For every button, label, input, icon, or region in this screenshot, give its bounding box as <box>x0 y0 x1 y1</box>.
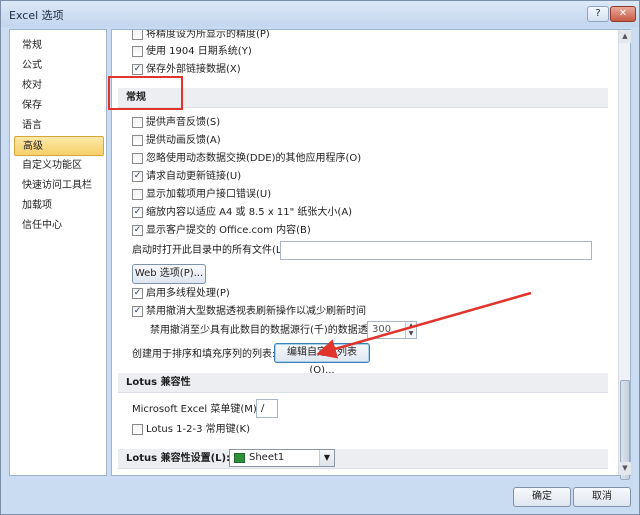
option-label: 显示加载项用户接口错误(U) <box>146 189 272 200</box>
ok-button[interactable]: 确定 <box>513 487 571 507</box>
chevron-down-icon[interactable]: ▼ <box>319 450 334 466</box>
sidebar-item-trust-center[interactable]: 信任中心 <box>14 216 104 236</box>
help-button[interactable]: ? <box>587 6 609 22</box>
checkbox-checked[interactable]: ✓ <box>132 225 143 236</box>
sidebar-item-customize-ribbon[interactable]: 自定义功能区 <box>14 156 104 176</box>
advanced-options-panel: 将精度设为所显示的精度(P) 使用 1904 日期系统(Y) ✓ 保存外部链接数… <box>111 29 631 476</box>
sidebar-item-addins[interactable]: 加载项 <box>14 196 104 216</box>
option-label: 提供声音反馈(S) <box>146 117 221 128</box>
checkbox-checked[interactable]: ✓ <box>132 288 143 299</box>
option-label: 提供动画反馈(A) <box>146 135 221 146</box>
section-header-general: 常规 <box>118 88 608 108</box>
option-label: Lotus 1-2-3 常用键(K) <box>146 424 251 435</box>
checkbox-checked[interactable]: ✓ <box>132 64 143 75</box>
sidebar-item-proofing[interactable]: 校对 <box>14 76 104 96</box>
checkbox-checked[interactable]: ✓ <box>132 306 143 317</box>
lotus-settings-label: Lotus 兼容性设置(L): <box>126 453 231 464</box>
checkbox[interactable] <box>132 46 143 57</box>
menu-key-label: Microsoft Excel 菜单键(M): <box>132 404 261 415</box>
excel-options-dialog: Excel 选项 ? ✕ 常规 公式 校对 保存 语言 高级 自定义功能区 快速… <box>0 0 640 515</box>
sidebar-item-quick-access-toolbar[interactable]: 快速访问工具栏 <box>14 176 104 196</box>
checkbox[interactable] <box>132 189 143 200</box>
close-button[interactable]: ✕ <box>610 6 636 22</box>
section-header-lotus-settings: Lotus 兼容性设置(L): <box>118 449 608 469</box>
startup-folder-input[interactable] <box>280 241 592 260</box>
annotation-arrow <box>316 291 532 359</box>
option-label: 使用 1904 日期系统(Y) <box>146 46 252 57</box>
custom-lists-label: 创建用于排序和填充序列的列表: <box>132 349 276 360</box>
option-label: 将精度设为所显示的精度(P) <box>146 29 270 40</box>
scroll-up-icon[interactable]: ▲ <box>619 30 631 43</box>
checkbox[interactable] <box>132 424 143 435</box>
checkbox[interactable] <box>132 117 143 128</box>
section-header-lotus-compatibility: Lotus 兼容性 <box>118 373 608 393</box>
lotus-sheet-select[interactable]: Sheet1 ▼ <box>229 449 335 467</box>
startup-folder-label: 启动时打开此目录中的所有文件(L): <box>132 245 289 256</box>
sidebar-item-advanced[interactable]: 高级 <box>14 136 104 156</box>
checkbox[interactable] <box>132 153 143 164</box>
lotus-sheet-value: Sheet1 <box>249 452 285 463</box>
options-category-sidebar: 常规 公式 校对 保存 语言 高级 自定义功能区 快速访问工具栏 加载项 信任中… <box>9 29 107 476</box>
option-label: 启用多线程处理(P) <box>146 288 230 299</box>
menu-key-input[interactable]: / <box>256 399 278 418</box>
highlight-box <box>108 76 183 110</box>
cancel-button[interactable]: 取消 <box>573 487 631 507</box>
option-label: 缩放内容以适应 A4 或 8.5 x 11" 纸张大小(A) <box>146 207 353 218</box>
sidebar-item-save[interactable]: 保存 <box>14 96 104 116</box>
option-label: 请求自动更新链接(U) <box>146 171 242 182</box>
option-label: 忽略使用动态数据交换(DDE)的其他应用程序(O) <box>146 153 362 164</box>
title-bar: Excel 选项 ? ✕ <box>1 1 639 27</box>
scroll-down-icon[interactable]: ▼ <box>619 462 631 475</box>
checkbox-checked[interactable]: ✓ <box>132 207 143 218</box>
sidebar-item-general[interactable]: 常规 <box>14 36 104 56</box>
checkbox[interactable] <box>132 30 143 40</box>
sheet-icon <box>234 453 245 463</box>
content-scrollbar[interactable]: ▲ ▼ <box>618 30 631 480</box>
dialog-title: Excel 选项 <box>9 9 64 22</box>
option-label: 显示客户提交的 Office.com 内容(B) <box>146 225 311 236</box>
checkbox-checked[interactable]: ✓ <box>132 171 143 182</box>
sidebar-item-language[interactable]: 语言 <box>14 116 104 136</box>
checkbox[interactable] <box>132 135 143 146</box>
web-options-button[interactable]: Web 选项(P)... <box>132 264 206 284</box>
sidebar-item-formulas[interactable]: 公式 <box>14 56 104 76</box>
